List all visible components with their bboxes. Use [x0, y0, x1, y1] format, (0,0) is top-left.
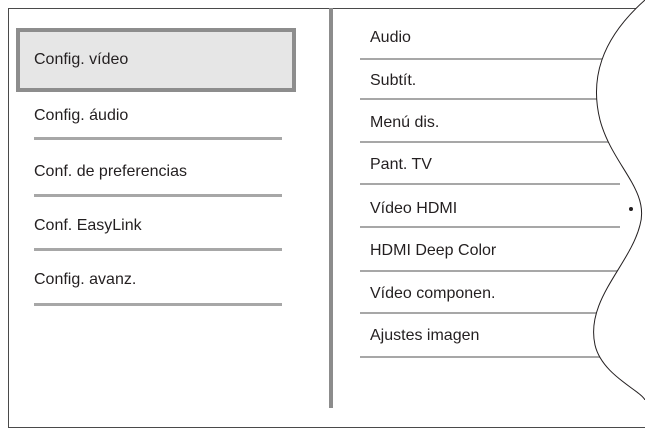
wavy-cutoff-edge	[593, 0, 645, 400]
